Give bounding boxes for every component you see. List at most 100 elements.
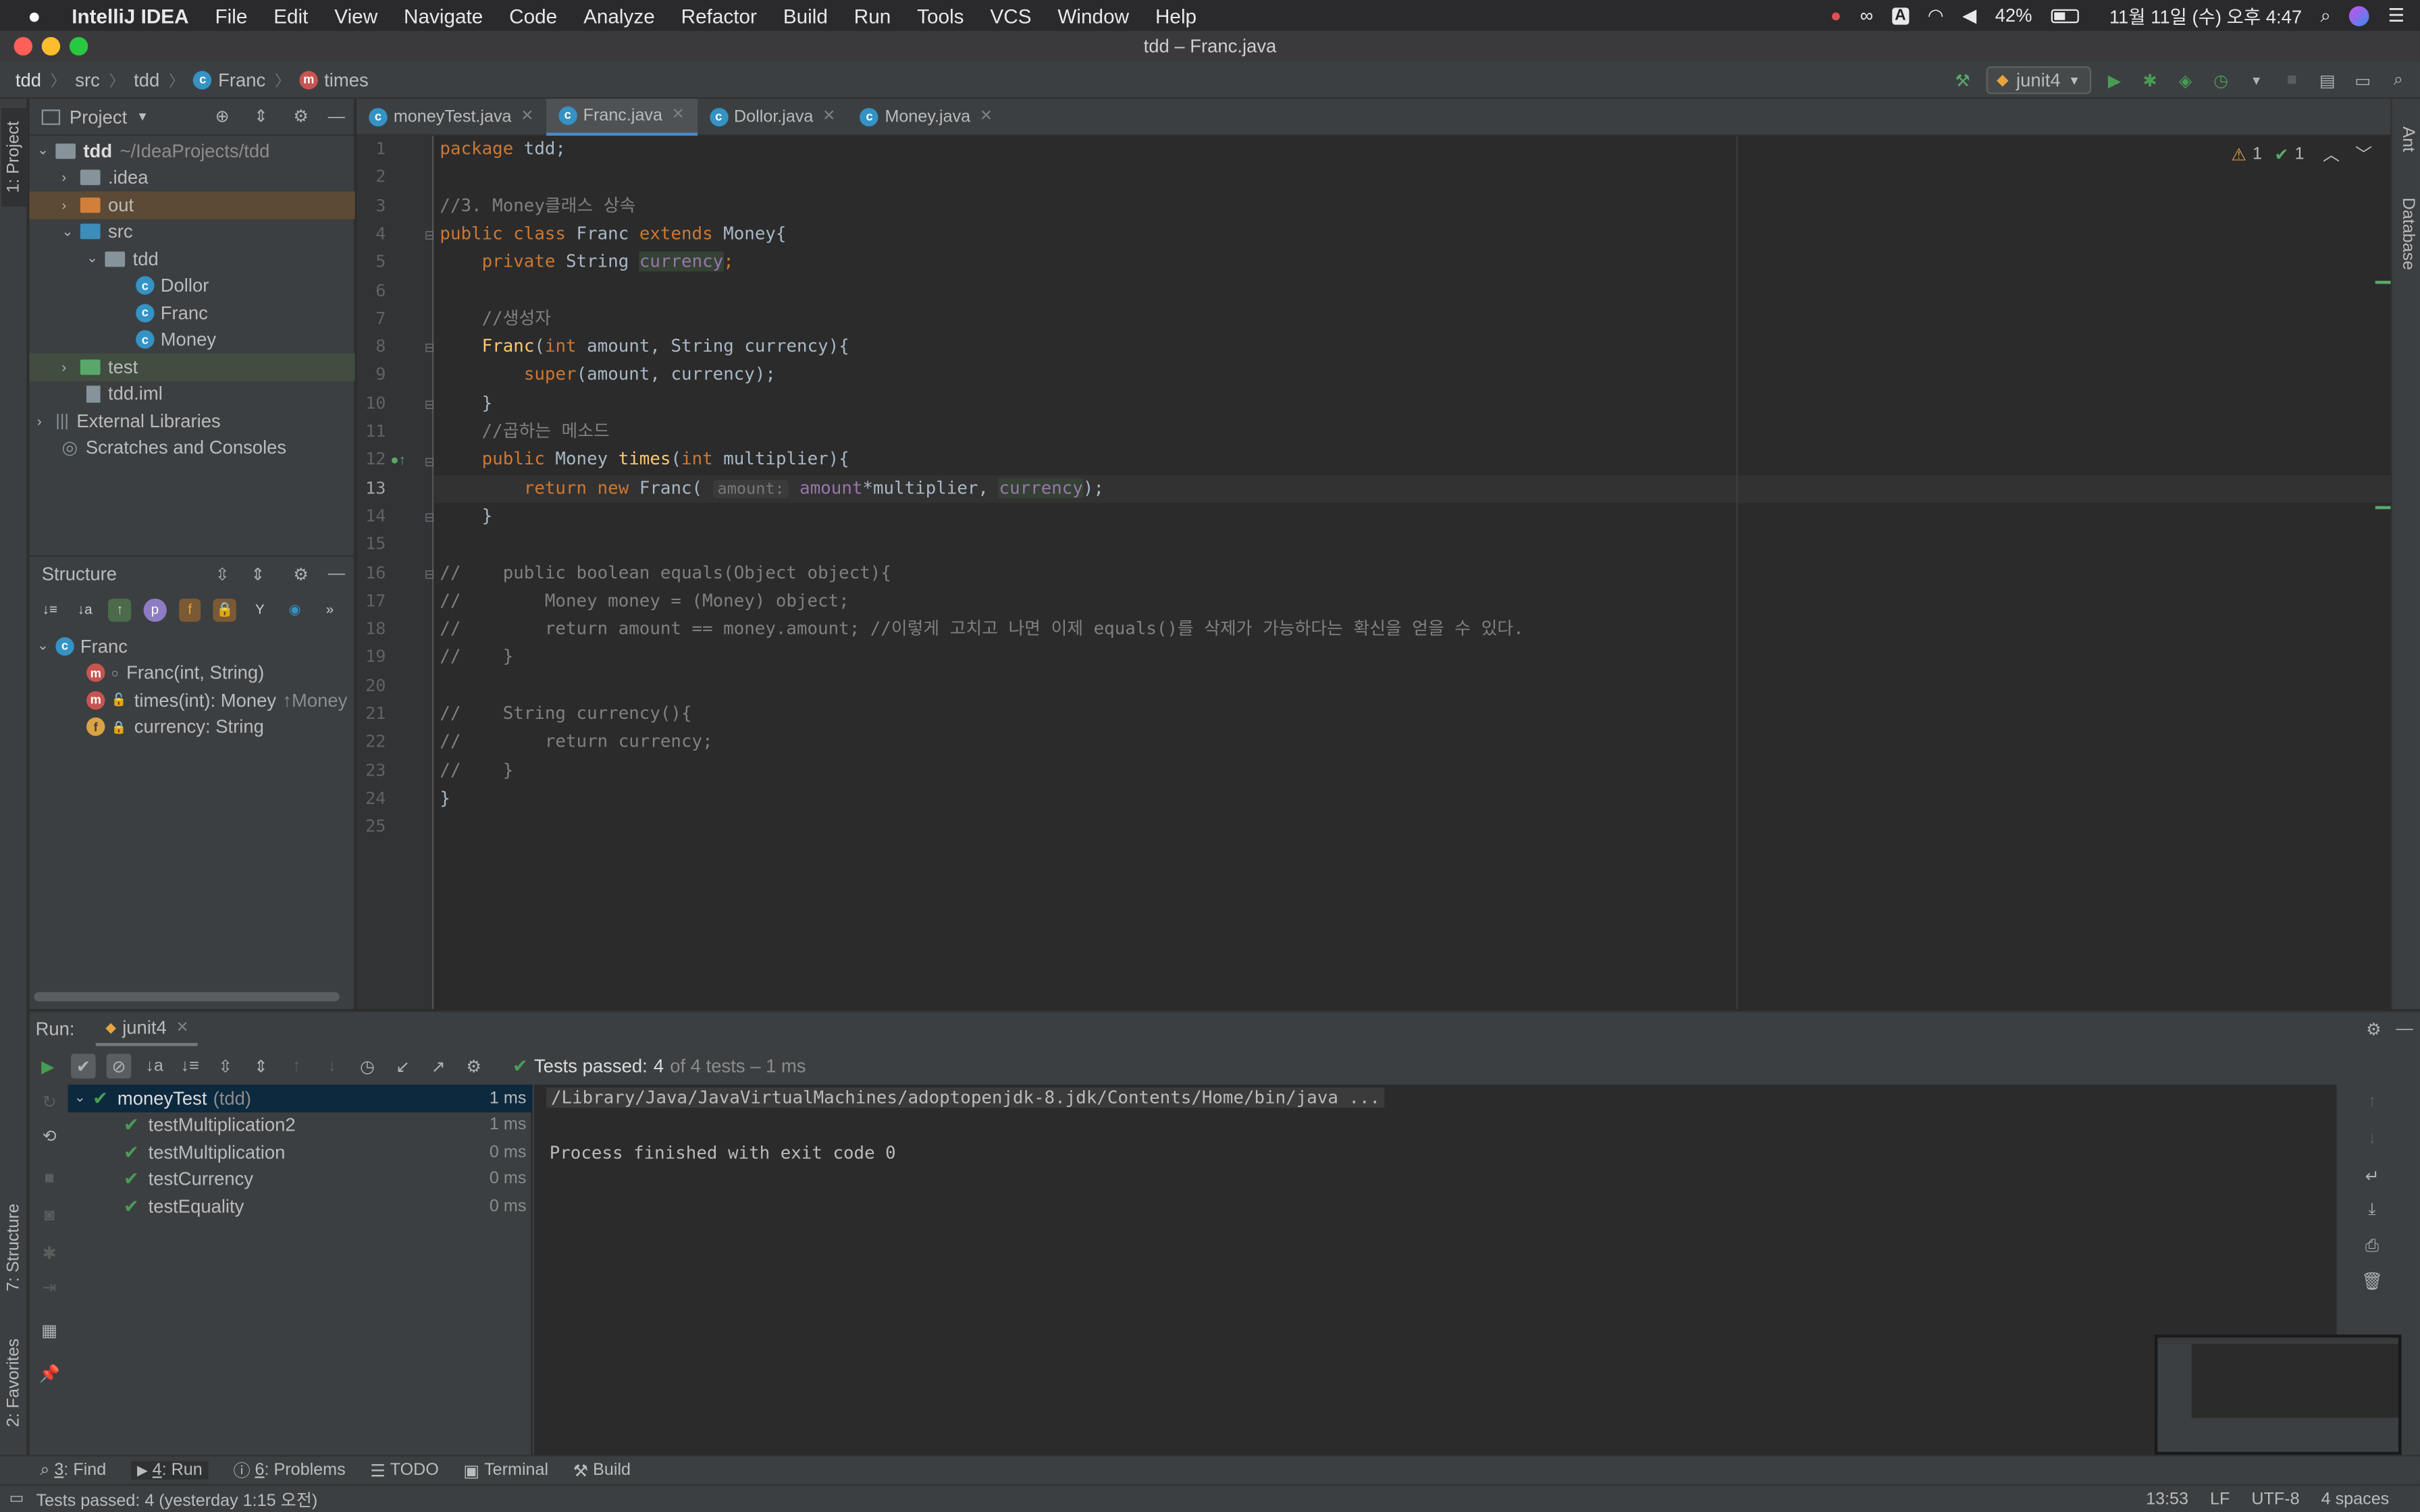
chevron-right-icon[interactable]: › (61, 170, 80, 186)
breadcrumb-method[interactable]: times (324, 69, 369, 90)
menu-view[interactable]: View (334, 4, 377, 27)
trash-icon[interactable]: 🗑 (2360, 1268, 2385, 1293)
tree-item-franc[interactable]: c Franc (29, 299, 354, 326)
panel-toggle-icon[interactable]: ▭ (9, 1490, 24, 1507)
test-history-icon[interactable]: ◷ (355, 1054, 380, 1079)
snapshot-icon[interactable]: ◙ (37, 1204, 62, 1228)
breadcrumb-src[interactable]: src (75, 69, 100, 90)
chevron-right-icon[interactable]: › (61, 359, 80, 375)
ant-tool-tab[interactable]: Ant (2395, 108, 2420, 169)
inspection-widget[interactable]: ⚠ 1 ✔ 1 ︿ ﹀ (2231, 142, 2372, 167)
chevron-down-icon[interactable]: ⌄ (86, 250, 105, 267)
line-separator[interactable]: LF (2210, 1490, 2230, 1508)
clock[interactable]: 11월 11일 (수) 오후 4:47 (2109, 2, 2302, 28)
notification-center-icon[interactable]: ☰ (2388, 5, 2405, 26)
rerun-icon[interactable]: ▶ (36, 1054, 61, 1079)
collapse-all-icon[interactable]: ⇕ (248, 104, 273, 129)
menu-window[interactable]: Window (1057, 4, 1129, 27)
debug-icon[interactable]: ✱ (2138, 68, 2163, 93)
tree-item-external-libraries[interactable]: › ||| External Libraries (29, 407, 354, 434)
file-encoding[interactable]: UTF-8 (2251, 1490, 2299, 1508)
chevron-down-icon[interactable]: ﹀ (2355, 142, 2372, 167)
presentation-icon[interactable]: ▭ (2350, 68, 2375, 93)
caret-position[interactable]: 13:53 (2146, 1490, 2188, 1508)
toggle-autotest-icon[interactable]: ⟲ (37, 1123, 62, 1148)
tab-money[interactable]: c Money.java ✕ (848, 98, 1005, 135)
sort-alpha-icon[interactable]: ↓a (74, 598, 97, 621)
sort-by-type-icon[interactable]: ↓≡ (38, 598, 61, 621)
show-inherited-icon[interactable]: ↑ (108, 597, 132, 621)
menu-vcs[interactable]: VCS (990, 4, 1031, 27)
breadcrumb-project[interactable]: tdd (16, 69, 41, 90)
apple-icon[interactable]: ● (28, 3, 41, 28)
stop-icon[interactable]: ■ (37, 1166, 62, 1191)
tab-dollor[interactable]: c Dollor.java ✕ (697, 98, 847, 135)
app-menu[interactable]: IntelliJ IDEA (72, 4, 188, 27)
coverage-icon[interactable]: ◈ (2173, 68, 2198, 93)
close-icon[interactable]: ✕ (822, 108, 835, 125)
chevron-right-icon[interactable]: › (37, 413, 55, 429)
run-tool-button[interactable]: ▶ 4: Run (130, 1461, 209, 1480)
test-row[interactable]: ✔ testMultiplication2 1 ms (68, 1112, 533, 1139)
stop-icon[interactable]: ■ (2280, 68, 2305, 93)
chevron-down-icon[interactable]: ⌄ (61, 223, 80, 240)
show-properties-icon[interactable]: p (143, 597, 167, 621)
project-panel-title[interactable]: Project (70, 106, 127, 128)
maximize-window-icon[interactable] (69, 36, 88, 56)
todo-tool-button[interactable]: ☰ TODO (370, 1460, 439, 1481)
test-row[interactable]: ✔ testCurrency 0 ms (68, 1166, 533, 1193)
menu-code[interactable]: Code (509, 4, 557, 27)
show-ignored-icon[interactable]: ⊘ (106, 1054, 132, 1079)
code-editor[interactable]: ⚠ 1 ✔ 1 ︿ ﹀ package tdd; //3. Money클래스 상속 … (433, 136, 2391, 1009)
tree-item-scratches[interactable]: ◎ Scratches and Consoles (29, 434, 354, 461)
build-tool-button[interactable]: ⚒ Build (573, 1460, 631, 1481)
tree-item-tdd-iml[interactable]: tdd.iml (29, 380, 354, 407)
more-run-icon[interactable]: ▼ (2244, 68, 2269, 93)
exit-icon[interactable]: ⇥ (37, 1274, 62, 1299)
hide-panel-icon[interactable]: — (324, 562, 349, 587)
anonymous-classes-icon[interactable]: ◉ (284, 598, 307, 621)
layout-icon[interactable]: ▦ (37, 1318, 62, 1343)
structure-tool-tab[interactable]: 7: Structure (1, 1191, 26, 1305)
expand-all-icon[interactable]: ⇳ (213, 1054, 238, 1079)
chevron-down-icon[interactable]: ⌄ (74, 1089, 93, 1106)
structure-member[interactable]: m ○ Franc(int, String) (29, 659, 354, 686)
run-console[interactable]: /Library/Java/JavaVirtualMachines/adopto… (533, 1084, 2402, 1455)
horizontal-scrollbar[interactable] (34, 992, 340, 1002)
glasses-icon[interactable]: ∞ (1860, 5, 1874, 26)
problems-tool-button[interactable]: ⓘ 6: Problems (233, 1458, 345, 1483)
menu-tools[interactable]: Tools (917, 4, 964, 27)
collapse-all-icon[interactable]: ⇕ (245, 562, 270, 587)
menu-navigate[interactable]: Navigate (404, 4, 483, 27)
battery-percent[interactable]: 42% (1995, 5, 2032, 26)
scroll-to-end-icon[interactable]: ⤓ (2360, 1197, 2385, 1222)
test-row[interactable]: ✔ testEquality 0 ms (68, 1193, 533, 1220)
close-window-icon[interactable] (14, 36, 32, 56)
show-non-public-icon[interactable]: 🔒 (213, 597, 236, 621)
chevron-right-icon[interactable]: › (61, 197, 80, 213)
structure-root-franc[interactable]: ⌄ c Franc (29, 632, 354, 659)
project-structure-icon[interactable]: ▤ (2315, 68, 2340, 93)
close-icon[interactable]: ✕ (980, 108, 993, 125)
search-everywhere-icon[interactable]: ⌕ (2386, 68, 2411, 93)
facetime-icon[interactable]: ● (1831, 5, 1842, 26)
tab-franc[interactable]: c Franc.java ✕ (546, 98, 698, 135)
favorites-tool-tab[interactable]: 2: Favorites (1, 1325, 26, 1439)
volume-icon[interactable]: ◀ (1962, 5, 1976, 26)
more-icon[interactable]: » (319, 598, 342, 621)
hide-panel-icon[interactable]: — (324, 104, 349, 129)
menu-build[interactable]: Build (783, 4, 828, 27)
chevron-up-icon[interactable]: ︿ (2323, 142, 2340, 167)
locate-file-icon[interactable]: ⊕ (210, 104, 235, 129)
sort-alpha-icon[interactable]: ↓a (142, 1054, 167, 1079)
export-tests-icon[interactable]: ↗ (426, 1054, 451, 1079)
test-row[interactable]: ✔ testMultiplication 0 ms (68, 1139, 533, 1166)
build-hammer-icon[interactable]: ⚒ (1950, 68, 1975, 93)
breadcrumb-class[interactable]: Franc (218, 69, 265, 90)
close-icon[interactable]: ✕ (176, 1019, 188, 1036)
print-icon[interactable]: ⎙ (2360, 1235, 2385, 1260)
import-tests-icon[interactable]: ↙ (390, 1054, 415, 1079)
menu-refactor[interactable]: Refactor (681, 4, 757, 27)
gear-icon[interactable]: ⚙ (288, 562, 313, 587)
structure-member[interactable]: m 🔓 times(int): Money ↑Money (29, 686, 354, 713)
